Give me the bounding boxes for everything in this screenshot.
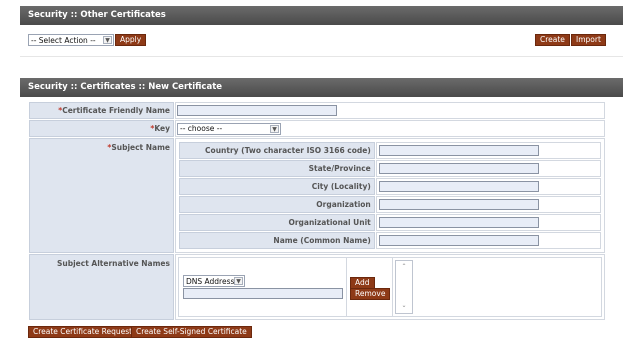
friendly-name-input[interactable]	[177, 105, 337, 116]
create-certificate-request-button[interactable]: Create Certificate Request	[28, 326, 138, 338]
key-value: -- choose --	[180, 124, 223, 133]
new-certificate-form: *Certificate Friendly Name *Key -- choos…	[28, 101, 606, 321]
key-dropdown[interactable]: -- choose -- ▼	[177, 122, 281, 135]
create-button[interactable]: Create	[535, 34, 570, 46]
common-name-label: Name (Common Name)	[179, 232, 375, 249]
san-cell: DNS Address ▼ Add Remove ⌃ ⌄	[175, 254, 605, 320]
common-name-input[interactable]	[378, 235, 539, 246]
organization-label: Organization	[179, 196, 375, 213]
san-box: DNS Address ▼ Add Remove ⌃ ⌄	[178, 257, 602, 317]
other-certificates-title: Security :: Other Certificates	[28, 10, 166, 20]
organization-field-cell	[375, 196, 601, 213]
other-certificates-panel: -- Select Action -- ▼ Apply Create Impor…	[20, 25, 623, 57]
org-unit-input[interactable]	[378, 217, 539, 228]
chevron-down-icon: ▼	[234, 277, 243, 285]
import-button[interactable]: Import	[571, 34, 606, 46]
city-field-cell	[375, 178, 601, 195]
chevron-down-icon: ▼	[103, 36, 112, 44]
friendly-name-label: *Certificate Friendly Name	[29, 102, 174, 119]
city-label: City (Locality)	[179, 178, 375, 195]
select-action-dropdown[interactable]: -- Select Action -- ▼	[28, 34, 114, 46]
new-certificate-title: Security :: Certificates :: New Certific…	[28, 82, 223, 92]
common-name-field-cell	[375, 232, 601, 249]
new-certificate-header: Security :: Certificates :: New Certific…	[20, 78, 623, 97]
subject-name-label: *Subject Name	[29, 138, 174, 253]
san-type-value: DNS Address	[186, 276, 235, 286]
san-type-dropdown[interactable]: DNS Address ▼	[183, 275, 245, 287]
select-action-value: -- Select Action --	[31, 35, 96, 45]
apply-button[interactable]: Apply	[115, 34, 147, 46]
key-label: *Key	[29, 120, 174, 137]
san-entry-area: DNS Address ▼	[179, 258, 347, 316]
country-input[interactable]	[378, 145, 539, 156]
remove-button[interactable]: Remove	[350, 288, 391, 300]
scroll-up-icon[interactable]: ⌃	[398, 263, 410, 273]
country-label: Country (Two character ISO 3166 code)	[179, 142, 375, 159]
state-label: State/Province	[179, 160, 375, 177]
friendly-name-cell	[175, 102, 605, 119]
country-field-cell	[375, 142, 601, 159]
subject-name-cell: Country (Two character ISO 3166 code) St…	[175, 138, 605, 253]
organization-input[interactable]	[378, 199, 539, 210]
san-value-input[interactable]	[183, 288, 343, 299]
org-unit-field-cell	[375, 214, 601, 231]
subject-name-table: Country (Two character ISO 3166 code) St…	[178, 141, 602, 250]
org-unit-label: Organizational Unit	[179, 214, 375, 231]
san-list[interactable]: ⌃ ⌄	[395, 260, 413, 314]
san-label: Subject Alternative Names	[29, 254, 174, 320]
create-self-signed-certificate-button[interactable]: Create Self-Signed Certificate	[131, 326, 252, 338]
scroll-down-icon[interactable]: ⌄	[398, 302, 410, 312]
city-input[interactable]	[378, 181, 539, 192]
san-actions: Add Remove	[347, 258, 393, 316]
state-field-cell	[375, 160, 601, 177]
state-input[interactable]	[378, 163, 539, 174]
chevron-down-icon: ▼	[270, 124, 279, 133]
other-certificates-header: Security :: Other Certificates	[20, 6, 623, 25]
key-cell: -- choose -- ▼	[175, 120, 605, 137]
